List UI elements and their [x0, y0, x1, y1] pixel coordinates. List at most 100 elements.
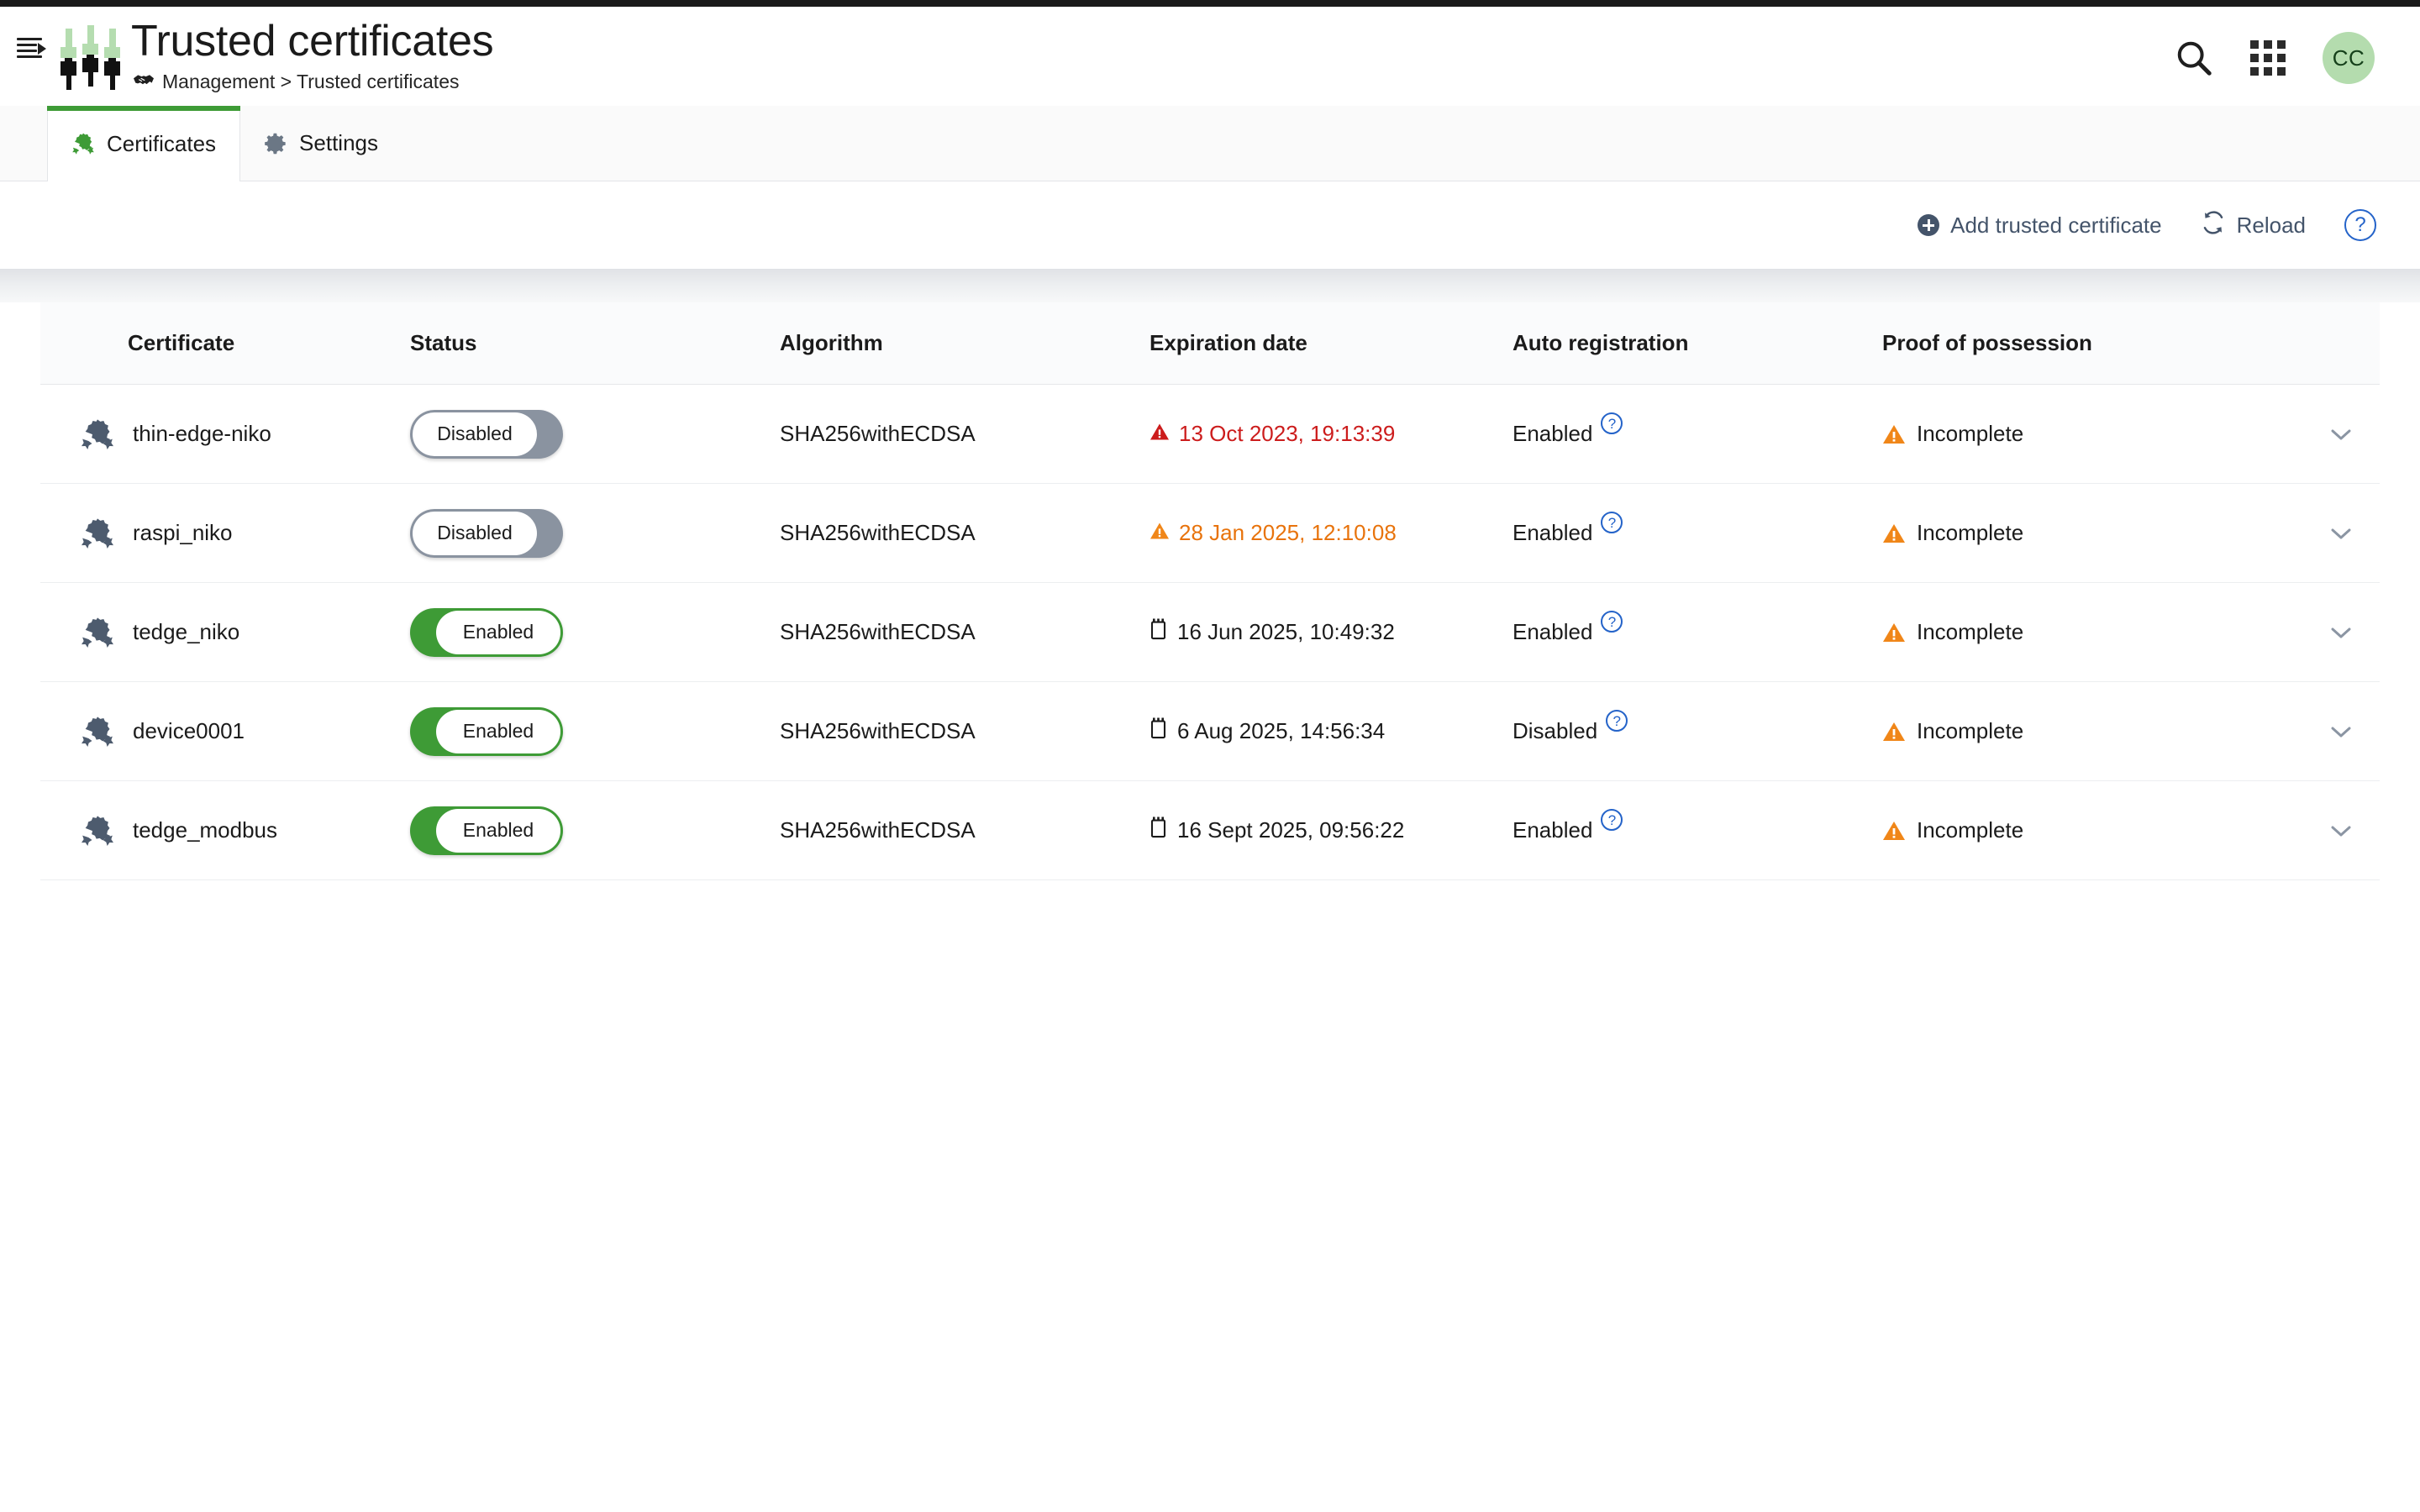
proof-of-possession-value: Incomplete	[1917, 817, 2023, 843]
auto-registration-cell: Enabled ?	[1512, 421, 1882, 447]
certificate-icon	[81, 616, 114, 649]
calendar-icon	[1150, 816, 1168, 844]
expiration-date-value: 16 Sept 2025, 09:56:22	[1177, 817, 1404, 843]
proof-of-possession-cell: Incomplete	[1882, 421, 2302, 447]
tab-settings[interactable]: Settings	[240, 106, 402, 181]
status-toggle[interactable]: Enabled	[410, 806, 563, 855]
table-header-row: Certificate Status Algorithm Expiration …	[40, 302, 2380, 385]
proof-of-possession-cell: Incomplete	[1882, 619, 2302, 645]
breadcrumb: Management > Trusted certificates	[131, 71, 493, 93]
tab-certificates[interactable]: Certificates	[47, 106, 240, 181]
question-circle-icon[interactable]: ?	[2344, 209, 2376, 241]
certificate-icon	[81, 417, 114, 451]
chevron-down-icon[interactable]	[2330, 428, 2352, 440]
warning-triangle-icon	[1150, 520, 1170, 546]
expiration-date-cell: 16 Jun 2025, 10:49:32	[1150, 618, 1512, 646]
title-block: Trusted certificates Management > Truste…	[131, 15, 493, 93]
question-circle-icon[interactable]: ?	[1601, 412, 1623, 434]
algorithm-value: SHA256withECDSA	[780, 619, 976, 644]
proof-of-possession-cell: Incomplete	[1882, 520, 2302, 546]
chevron-down-icon[interactable]	[2330, 527, 2352, 539]
calendar-icon	[1150, 618, 1168, 646]
status-toggle[interactable]: Disabled	[410, 410, 563, 459]
add-trusted-certificate-label: Add trusted certificate	[1950, 213, 2161, 239]
table-row-tedge_niko[interactable]: tedge_niko Enabled SHA256withECDSA 16 Ju…	[40, 583, 2380, 682]
expiration-date-value: 16 Jun 2025, 10:49:32	[1177, 619, 1395, 645]
certificate-name: raspi_niko	[133, 520, 233, 546]
certificate-name: device0001	[133, 718, 245, 744]
chevron-down-icon[interactable]	[2330, 626, 2352, 638]
proof-of-possession-value: Incomplete	[1917, 520, 2023, 546]
auto-registration-value: Enabled	[1512, 619, 1592, 645]
auto-registration-cell: Disabled ?	[1512, 718, 1882, 744]
gear-icon	[264, 132, 287, 155]
table-row-tedge_modbus[interactable]: tedge_modbus Enabled SHA256withECDSA 16 …	[40, 781, 2380, 880]
app-switcher-grid-icon[interactable]	[2250, 40, 2286, 76]
status-toggle[interactable]: Enabled	[410, 608, 563, 657]
expiration-date-cell: 6 Aug 2025, 14:56:34	[1150, 717, 1512, 745]
auto-registration-value: Enabled	[1512, 520, 1592, 546]
certificate-name: tedge_modbus	[133, 817, 277, 843]
auto-registration-cell: Enabled ?	[1512, 520, 1882, 546]
algorithm-value: SHA256withECDSA	[780, 520, 976, 545]
expiration-date-value: 6 Aug 2025, 14:56:34	[1177, 718, 1385, 744]
reload-button[interactable]: Reload	[2201, 210, 2306, 241]
column-header-proof-of-possession: Proof of possession	[1882, 330, 2302, 356]
header-actions: CC	[2175, 7, 2420, 84]
proof-of-possession-value: Incomplete	[1917, 718, 2023, 744]
question-circle-icon[interactable]: ?	[1601, 512, 1623, 533]
expiration-date-cell: 16 Sept 2025, 09:56:22	[1150, 816, 1512, 844]
action-bar: Add trusted certificate Reload ?	[0, 181, 2420, 269]
table-row-raspi_niko[interactable]: raspi_niko Disabled SHA256withECDSA 28 J…	[40, 484, 2380, 583]
warning-triangle-icon	[1882, 820, 1906, 842]
search-icon[interactable]	[2175, 39, 2213, 77]
column-header-auto-registration: Auto registration	[1512, 330, 1882, 356]
warning-triangle-icon	[1882, 721, 1906, 743]
breadcrumb-text[interactable]: Management > Trusted certificates	[162, 71, 459, 93]
window-top-strip	[0, 0, 2420, 7]
status-toggle[interactable]: Enabled	[410, 707, 563, 756]
certificate-name: thin-edge-niko	[133, 421, 271, 447]
certificate-cell: tedge_niko	[81, 616, 410, 649]
column-header-algorithm: Algorithm	[780, 330, 1150, 356]
cumulocity-connector-logo	[60, 25, 121, 92]
proof-of-possession-value: Incomplete	[1917, 619, 2023, 645]
chevron-down-icon[interactable]	[2330, 824, 2352, 837]
chevron-down-icon[interactable]	[2330, 725, 2352, 738]
auto-registration-cell: Enabled ?	[1512, 619, 1882, 645]
proof-of-possession-cell: Incomplete	[1882, 718, 2302, 744]
auto-registration-cell: Enabled ?	[1512, 817, 1882, 843]
app-header: Trusted certificates Management > Truste…	[0, 7, 2420, 106]
algorithm-value: SHA256withECDSA	[780, 421, 976, 446]
column-header-status: Status	[410, 330, 780, 356]
warning-triangle-icon	[1882, 622, 1906, 643]
table-row-device0001[interactable]: device0001 Enabled SHA256withECDSA 6 Aug…	[40, 682, 2380, 781]
add-trusted-certificate-button[interactable]: Add trusted certificate	[1918, 213, 2161, 239]
status-toggle-label: Enabled	[436, 611, 560, 654]
question-circle-icon[interactable]: ?	[1601, 809, 1623, 831]
algorithm-value: SHA256withECDSA	[780, 817, 976, 843]
certificate-name: tedge_niko	[133, 619, 239, 645]
proof-of-possession-value: Incomplete	[1917, 421, 2023, 447]
certificate-cell: thin-edge-niko	[81, 417, 410, 451]
status-toggle-label: Disabled	[413, 412, 537, 456]
status-toggle[interactable]: Disabled	[410, 509, 563, 558]
column-header-certificate: Certificate	[40, 330, 410, 356]
avatar[interactable]: CC	[2323, 32, 2375, 84]
handshake-icon	[133, 72, 155, 92]
question-circle-icon[interactable]: ?	[1601, 611, 1623, 633]
question-circle-icon[interactable]: ?	[1606, 710, 1628, 732]
expiration-date-value: 28 Jan 2025, 12:10:08	[1179, 520, 1397, 546]
tab-settings-label: Settings	[299, 130, 378, 156]
tab-bar: Certificates Settings	[0, 106, 2420, 181]
column-header-expiration-date: Expiration date	[1150, 330, 1512, 356]
certificate-cell: raspi_niko	[81, 517, 410, 550]
warning-triangle-icon	[1150, 421, 1170, 447]
status-toggle-label: Disabled	[413, 512, 537, 555]
table-body: thin-edge-niko Disabled SHA256withECDSA …	[40, 385, 2380, 880]
status-toggle-label: Enabled	[436, 710, 560, 753]
certificate-icon	[71, 132, 95, 155]
table-row-thin-edge-niko[interactable]: thin-edge-niko Disabled SHA256withECDSA …	[40, 385, 2380, 484]
trusted-certificates-table: Certificate Status Algorithm Expiration …	[40, 302, 2380, 880]
hamburger-menu-icon[interactable]	[17, 35, 45, 60]
